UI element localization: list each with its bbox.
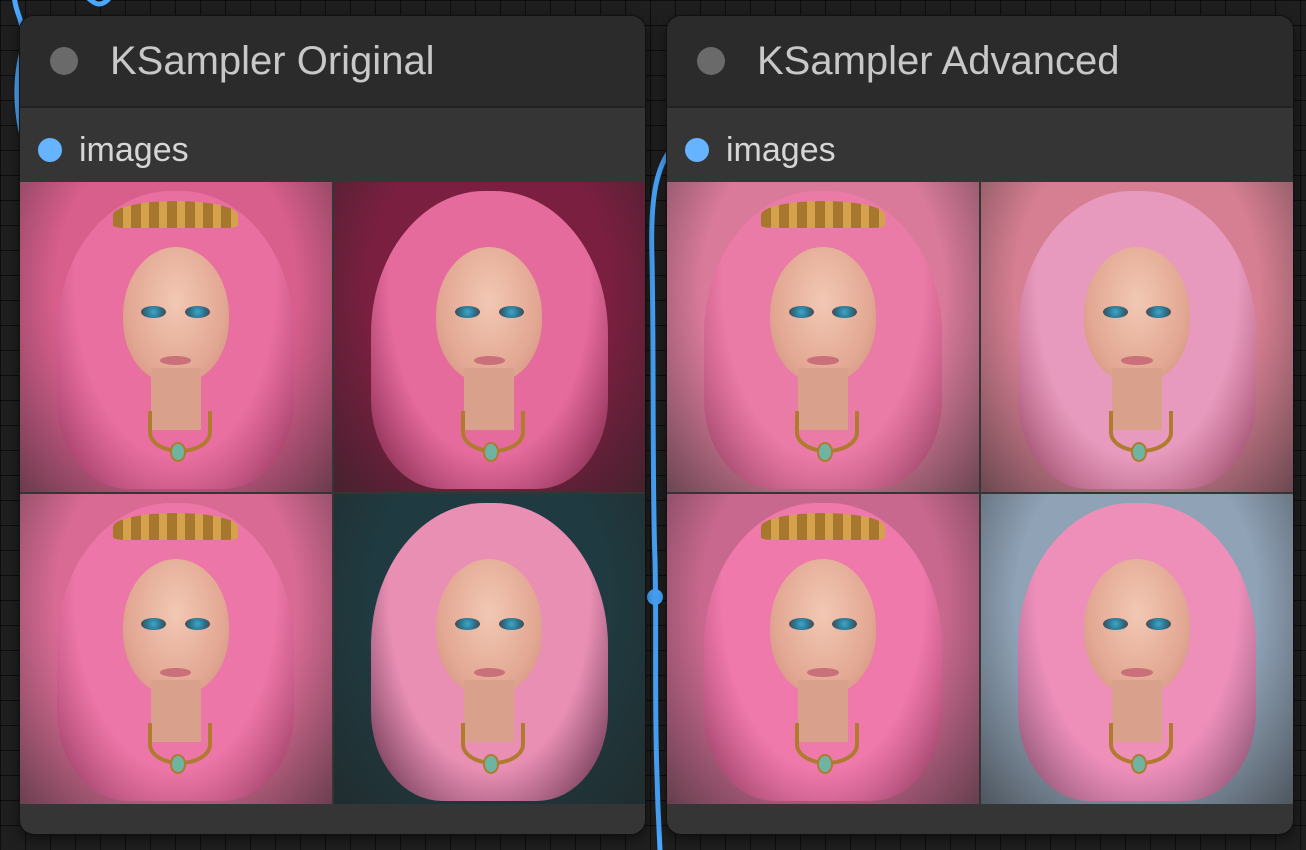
portrait-crown <box>113 200 239 229</box>
preview-image[interactable] <box>981 494 1293 804</box>
node-title: KSampler Original <box>110 39 435 83</box>
preview-image[interactable] <box>20 182 332 492</box>
preview-image[interactable] <box>333 494 645 804</box>
portrait-pendant <box>1130 442 1148 462</box>
collapse-toggle-dot[interactable] <box>50 47 78 75</box>
portrait-lips <box>160 355 192 365</box>
portrait-eye <box>498 618 524 631</box>
output-slot-label: images <box>726 131 836 169</box>
preview-image[interactable] <box>333 182 645 492</box>
node-title: KSampler Advanced <box>757 39 1120 83</box>
node-header[interactable]: KSampler Original <box>20 16 645 108</box>
collapse-toggle-dot[interactable] <box>697 47 725 75</box>
portrait-lips <box>473 667 505 677</box>
link-reroute-dot <box>647 589 663 605</box>
node-header[interactable]: KSampler Advanced <box>667 16 1293 108</box>
output-slot-label: images <box>79 131 189 169</box>
portrait-lips <box>160 667 192 677</box>
portrait-lips <box>807 667 839 677</box>
portrait-eye <box>498 306 524 319</box>
portrait-crown <box>760 200 886 229</box>
image-preview-grid <box>20 182 645 804</box>
output-slot-dot[interactable] <box>38 138 62 162</box>
portrait-lips <box>807 355 839 365</box>
portrait-lips <box>473 355 505 365</box>
portrait-lips <box>1121 355 1153 365</box>
preview-image[interactable] <box>667 494 979 804</box>
ksampler-original-node[interactable]: KSampler Original images <box>20 16 645 834</box>
ksampler-advanced-node[interactable]: KSampler Advanced images <box>667 16 1293 834</box>
output-slot-dot[interactable] <box>685 138 709 162</box>
preview-image[interactable] <box>981 182 1293 492</box>
portrait-pendant <box>816 442 834 462</box>
preview-image[interactable] <box>20 494 332 804</box>
portrait-pendant <box>169 442 186 462</box>
preview-image[interactable] <box>667 182 979 492</box>
portrait-pendant <box>816 754 834 774</box>
portrait-lips <box>1121 667 1153 677</box>
output-slot-images[interactable]: images <box>20 126 320 176</box>
image-preview-grid <box>667 182 1293 804</box>
link-wire-top-2 <box>86 0 111 7</box>
portrait-crown <box>113 512 239 541</box>
portrait-pendant <box>169 754 186 774</box>
portrait-pendant <box>1130 754 1148 774</box>
portrait-crown <box>760 512 886 541</box>
output-slot-images[interactable]: images <box>667 126 967 176</box>
